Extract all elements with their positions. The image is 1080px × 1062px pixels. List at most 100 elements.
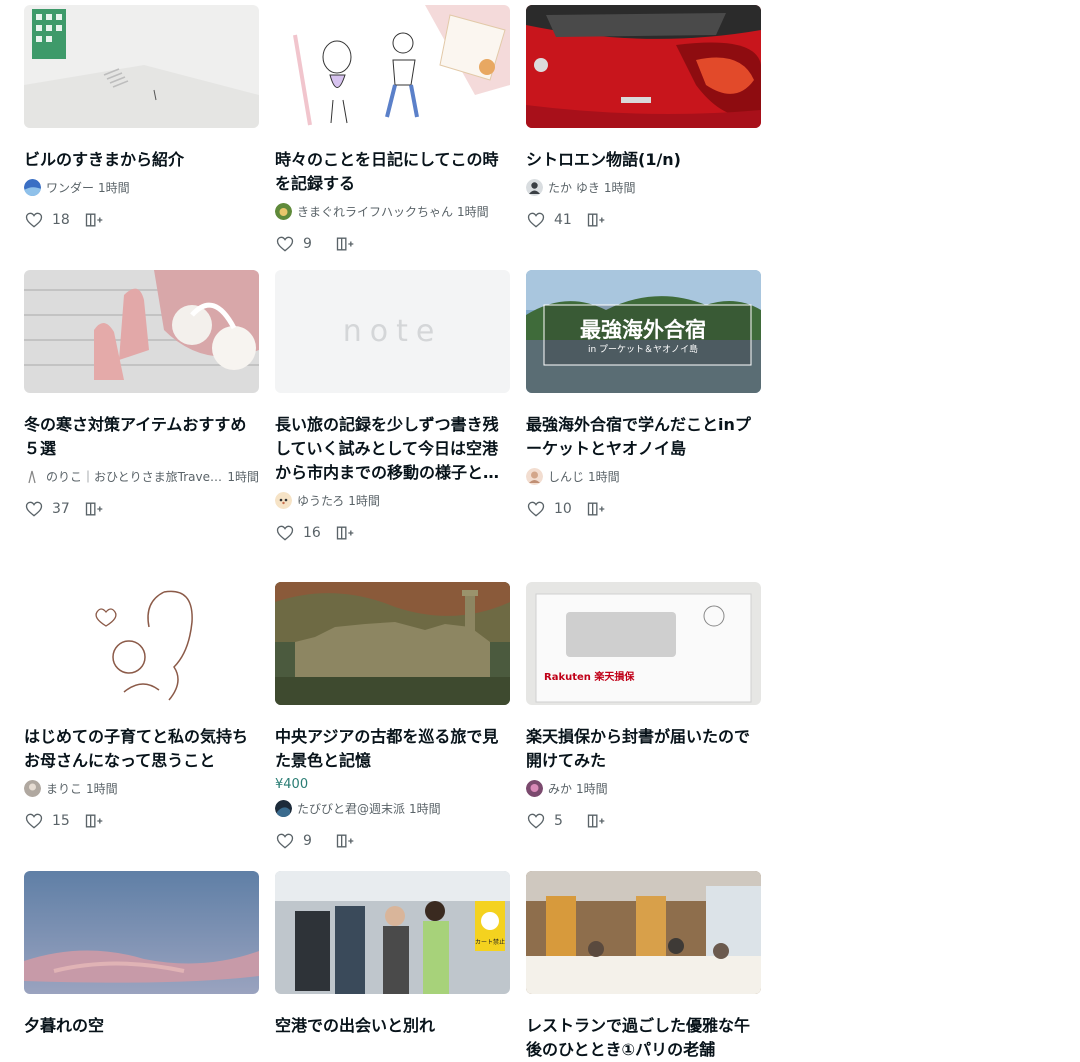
- author-avatar[interactable]: [526, 467, 543, 485]
- post-time: 1時間: [86, 781, 118, 796]
- heart-icon: [25, 813, 43, 829]
- add-to-magazine-icon[interactable]: [335, 831, 355, 851]
- like-button[interactable]: 37: [24, 499, 74, 519]
- article-title[interactable]: 冬の寒さ対策アイテムおすすめ５選: [24, 413, 259, 461]
- post-time: 1時間: [457, 204, 489, 219]
- article-meta: たか ゆき 1時間: [526, 177, 761, 197]
- like-button[interactable]: 9: [275, 831, 325, 851]
- add-to-magazine-icon[interactable]: [84, 499, 104, 519]
- article-card[interactable]: 最強海外合宿 in プーケット＆ヤオノイ島 最強海外合宿で学んだことinプーケッ…: [526, 270, 761, 543]
- article-card[interactable]: ビルのすきまから紹介 ワンダー 1時間 18: [24, 5, 259, 254]
- author-avatar[interactable]: [24, 467, 41, 485]
- author-name[interactable]: たびびと君@週末派: [297, 800, 405, 817]
- add-to-magazine-icon[interactable]: [586, 499, 606, 519]
- add-to-magazine-icon[interactable]: [84, 210, 104, 230]
- author-name[interactable]: きまぐれライフハックちゃん: [297, 203, 453, 220]
- article-actions: 9: [275, 234, 510, 254]
- article-title[interactable]: はじめての子育てと私の気持ち お母さんになって思うこと: [24, 725, 259, 773]
- post-time: 1時間: [98, 180, 130, 195]
- article-meta: ワンダー 1時間: [24, 177, 259, 197]
- article-thumbnail[interactable]: [526, 5, 761, 128]
- like-count: 5: [554, 813, 563, 829]
- add-to-magazine-icon[interactable]: [586, 811, 606, 831]
- article-actions: 18: [24, 210, 259, 230]
- article-card[interactable]: 冬の寒さ対策アイテムおすすめ５選 のりこ｜おひとりさま旅TravellinGor…: [24, 270, 259, 543]
- article-card[interactable]: カート禁止 空港での出会いと別れ: [275, 871, 510, 1062]
- article-grid-row-3: はじめての子育てと私の気持ち お母さんになって思うこと まりこ 1時間 15 中…: [24, 582, 761, 851]
- author-avatar[interactable]: [275, 799, 292, 817]
- post-time: 1時間: [348, 493, 380, 508]
- article-thumbnail[interactable]: [24, 5, 259, 128]
- article-card[interactable]: 時々のことを日記にしてこの時を記録する きまぐれライフハックちゃん 1時間 9: [275, 5, 510, 254]
- article-card[interactable]: 夕暮れの空: [24, 871, 259, 1062]
- like-button[interactable]: 9: [275, 234, 325, 254]
- article-actions: 37: [24, 499, 259, 519]
- article-card[interactable]: レストランで過ごした優雅な午後のひととき①パリの老舗: [526, 871, 761, 1062]
- article-price: ¥400: [275, 777, 309, 792]
- like-count: 10: [554, 501, 572, 517]
- heart-icon: [276, 833, 294, 849]
- envelope-brand: Rakuten 楽天損保: [544, 670, 635, 683]
- article-title[interactable]: レストランで過ごした優雅な午後のひととき①パリの老舗: [526, 1014, 761, 1062]
- article-actions: 16: [275, 523, 510, 543]
- article-thumbnail[interactable]: 最強海外合宿 in プーケット＆ヤオノイ島: [526, 270, 761, 393]
- author-name[interactable]: のりこ｜おひとりさま旅TravellinGorgeous: [46, 468, 223, 485]
- author-name[interactable]: ゆうたろ: [297, 492, 344, 509]
- article-card[interactable]: note 長い旅の記録を少しずつ書き残していく試みとして今日は空港から市内までの…: [275, 270, 510, 543]
- author-avatar[interactable]: [24, 779, 41, 797]
- add-to-magazine-icon[interactable]: [84, 811, 104, 831]
- article-thumbnail[interactable]: [24, 582, 259, 705]
- author-name[interactable]: たか ゆき: [548, 179, 600, 196]
- like-button[interactable]: 18: [24, 210, 74, 230]
- article-card[interactable]: Rakuten 楽天損保 楽天損保から封書が届いたので開けてみた みか 1時間 …: [526, 582, 761, 851]
- article-thumbnail[interactable]: note: [275, 270, 510, 393]
- article-thumbnail[interactable]: Rakuten 楽天損保: [526, 582, 761, 705]
- article-title[interactable]: 空港での出会いと別れ: [275, 1014, 510, 1038]
- like-button[interactable]: 10: [526, 499, 576, 519]
- like-button[interactable]: 15: [24, 811, 74, 831]
- author-name[interactable]: しんじ: [548, 468, 584, 485]
- add-to-magazine-icon[interactable]: [335, 234, 355, 254]
- author-avatar[interactable]: [526, 178, 543, 196]
- like-button[interactable]: 16: [275, 523, 325, 543]
- add-to-magazine-icon[interactable]: [335, 523, 355, 543]
- article-meta: しんじ 1時間: [526, 466, 761, 486]
- post-time: 1時間: [576, 781, 608, 796]
- author-name[interactable]: ワンダー: [46, 179, 94, 196]
- article-grid-row-2: 冬の寒さ対策アイテムおすすめ５選 のりこ｜おひとりさま旅TravellinGor…: [24, 270, 761, 543]
- article-title[interactable]: 長い旅の記録を少しずつ書き残していく試みとして今日は空港から市内までの移動の様子…: [275, 413, 510, 485]
- article-meta: きまぐれライフハックちゃん 1時間: [275, 201, 510, 221]
- author-avatar[interactable]: [526, 779, 543, 797]
- like-button[interactable]: 41: [526, 210, 576, 230]
- article-thumbnail[interactable]: [275, 5, 510, 128]
- add-to-magazine-icon[interactable]: [586, 210, 606, 230]
- article-title[interactable]: シトロエン物語(1/n): [526, 148, 761, 172]
- article-title[interactable]: 中央アジアの古都を巡る旅で見た景色と記憶: [275, 725, 510, 773]
- post-time: 1時間: [409, 801, 441, 816]
- author-avatar[interactable]: [275, 491, 292, 509]
- article-thumbnail[interactable]: [275, 582, 510, 705]
- article-title[interactable]: 時々のことを日記にしてこの時を記録する: [275, 148, 510, 196]
- article-thumbnail[interactable]: [526, 871, 761, 994]
- like-button[interactable]: 5: [526, 811, 576, 831]
- article-title[interactable]: 楽天損保から封書が届いたので開けてみた: [526, 725, 761, 773]
- article-card[interactable]: シトロエン物語(1/n) たか ゆき 1時間 41: [526, 5, 761, 254]
- article-grid: ビルのすきまから紹介 ワンダー 1時間 18 時々のことを日記にしてこの時を記録…: [24, 5, 761, 254]
- author-name[interactable]: みか: [548, 780, 572, 797]
- article-thumbnail[interactable]: [24, 270, 259, 393]
- heart-icon: [527, 813, 545, 829]
- article-title[interactable]: 夕暮れの空: [24, 1014, 259, 1038]
- like-count: 18: [52, 212, 70, 228]
- article-thumbnail[interactable]: [24, 871, 259, 994]
- author-avatar[interactable]: [275, 202, 292, 220]
- article-card[interactable]: 中央アジアの古都を巡る旅で見た景色と記憶 ¥400 たびびと君@週末派 1時間 …: [275, 582, 510, 851]
- article-title[interactable]: ビルのすきまから紹介: [24, 148, 259, 172]
- author-avatar[interactable]: [24, 178, 41, 196]
- camp-title: 最強海外合宿: [580, 318, 706, 342]
- article-actions: 41: [526, 210, 761, 230]
- article-thumbnail[interactable]: カート禁止: [275, 871, 510, 994]
- article-card[interactable]: はじめての子育てと私の気持ち お母さんになって思うこと まりこ 1時間 15: [24, 582, 259, 851]
- article-actions: 15: [24, 811, 259, 831]
- article-title[interactable]: 最強海外合宿で学んだことinプーケットとヤオノイ島: [526, 413, 761, 461]
- author-name[interactable]: まりこ: [46, 780, 82, 797]
